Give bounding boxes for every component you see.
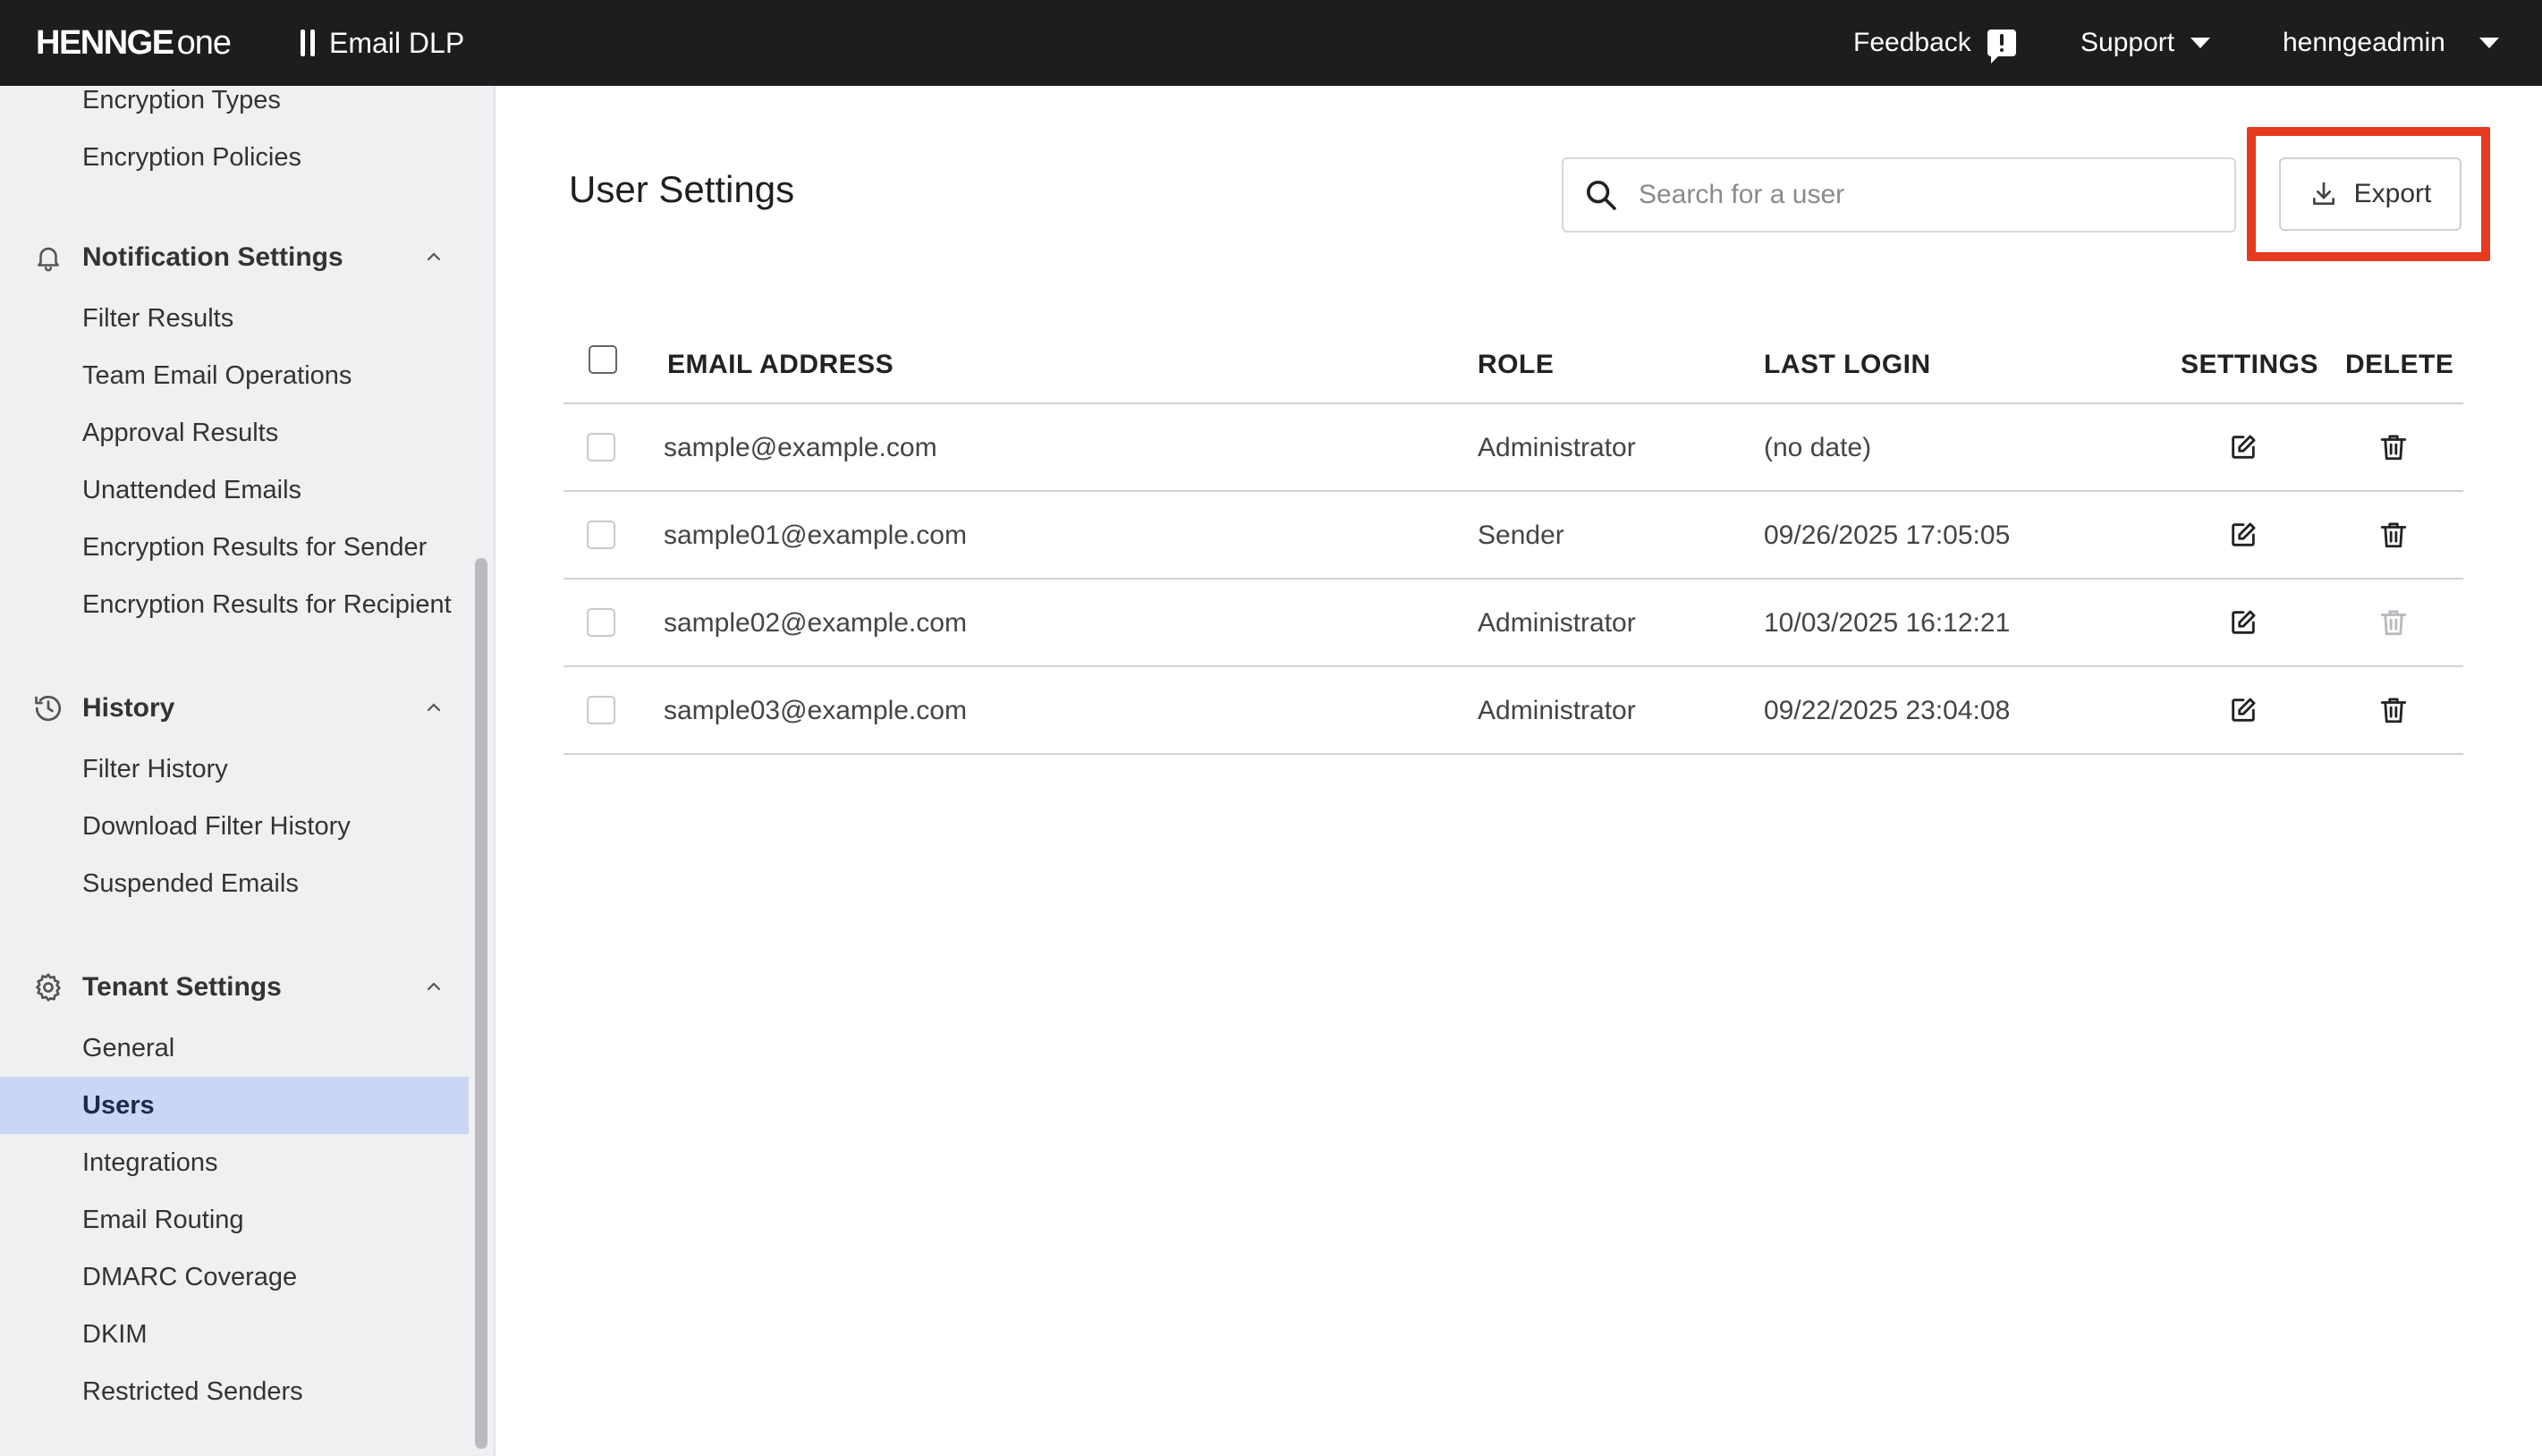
export-button[interactable]: Export (2279, 157, 2462, 231)
table-row: sample@example.com Administrator (no dat… (563, 404, 2463, 492)
top-navigation-bar: HENNGE one Email DLP Feedback Support hen… (0, 0, 2542, 86)
caret-down-icon (2478, 38, 2499, 48)
users-table: EMAIL ADDRESS ROLE LAST LOGIN SETTINGS D… (563, 326, 2463, 755)
chevron-up-icon[interactable] (426, 978, 442, 995)
role-cell: Administrator (1478, 433, 1636, 462)
sidebar-item-encryption-policies[interactable]: Encryption Policies (0, 129, 469, 186)
search-box[interactable] (1562, 157, 2236, 233)
sidebar-item-approval-results[interactable]: Approval Results (0, 404, 469, 461)
last-login-cell: (no date) (1764, 433, 1872, 462)
column-header-role[interactable]: ROLE (1478, 326, 1554, 404)
account-label: henngeadmin (2283, 28, 2445, 57)
email-cell: sample@example.com (664, 433, 937, 462)
history-icon (32, 692, 64, 724)
sidebar-item-dmarc-coverage[interactable]: DMARC Coverage (0, 1249, 469, 1306)
row-checkbox[interactable] (587, 521, 615, 549)
last-login-cell: 10/03/2025 16:12:21 (1764, 608, 2011, 638)
email-cell: sample02@example.com (664, 608, 967, 638)
sidebar-item-email-routing[interactable]: Email Routing (0, 1191, 469, 1249)
product-label: Email DLP (329, 26, 465, 59)
sidebar-item-general[interactable]: General (0, 1020, 469, 1077)
sidebar-item-team-email-operations[interactable]: Team Email Operations (0, 347, 469, 404)
feedback-icon (1987, 30, 2016, 63)
edit-icon[interactable] (2222, 689, 2265, 732)
sidebar: Encryption Types Encryption Policies Not… (0, 86, 469, 1456)
sidebar-item-filter-history[interactable]: Filter History (0, 741, 469, 798)
export-label: Export (2353, 179, 2432, 208)
last-login-cell: 09/22/2025 23:04:08 (1764, 696, 2011, 725)
edit-icon[interactable] (2222, 513, 2265, 556)
sidebar-item-encryption-types[interactable]: Encryption Types (0, 86, 469, 129)
page-title: User Settings (569, 168, 795, 210)
search-input[interactable] (1639, 180, 2211, 210)
account-menu[interactable]: henngeadmin (2283, 0, 2499, 86)
edit-icon[interactable] (2222, 426, 2265, 469)
section-label: History (82, 693, 175, 723)
product-bars-icon (301, 30, 315, 56)
support-menu[interactable]: Support (2080, 0, 2211, 86)
search-icon (1563, 159, 1639, 231)
column-header-last-login[interactable]: LAST LOGIN (1764, 326, 1931, 404)
row-checkbox[interactable] (587, 608, 615, 637)
role-cell: Sender (1478, 521, 1564, 550)
product-name: Email DLP (301, 0, 464, 86)
sidebar-item-encryption-results-sender[interactable]: Encryption Results for Sender (0, 519, 469, 576)
trash-icon-disabled (2372, 601, 2415, 644)
email-cell: sample03@example.com (664, 696, 967, 725)
sidebar-item-dkim[interactable]: DKIM (0, 1306, 469, 1363)
sidebar-section-tenant-settings[interactable]: Tenant Settings (0, 959, 469, 1016)
chevron-up-icon[interactable] (426, 249, 442, 265)
edit-icon[interactable] (2222, 601, 2265, 644)
sidebar-scrollbar-thumb[interactable] (475, 558, 487, 1449)
sidebar-item-restricted-senders[interactable]: Restricted Senders (0, 1363, 469, 1420)
sidebar-item-suspended-emails[interactable]: Suspended Emails (0, 855, 469, 912)
support-label: Support (2080, 28, 2175, 57)
sidebar-item-filter-results[interactable]: Filter Results (0, 290, 469, 347)
role-cell: Administrator (1478, 608, 1636, 638)
sidebar-section-notification-settings[interactable]: Notification Settings (0, 229, 469, 286)
trash-icon[interactable] (2372, 513, 2415, 556)
brand-sub-text: one (176, 23, 232, 62)
table-row: sample03@example.com Administrator 09/22… (563, 667, 2463, 755)
main-content (496, 86, 2542, 1456)
role-cell: Administrator (1478, 696, 1636, 725)
row-checkbox[interactable] (587, 696, 615, 724)
sidebar-item-download-filter-history[interactable]: Download Filter History (0, 798, 469, 855)
sidebar-item-users[interactable]: Users (0, 1077, 469, 1134)
chevron-up-icon[interactable] (426, 699, 442, 715)
table-row: sample02@example.com Administrator 10/03… (563, 580, 2463, 667)
column-header-email[interactable]: EMAIL ADDRESS (667, 326, 894, 404)
table-row: sample01@example.com Sender 09/26/2025 1… (563, 492, 2463, 580)
trash-icon[interactable] (2372, 689, 2415, 732)
select-all-checkbox[interactable] (589, 345, 617, 374)
feedback-label: Feedback (1853, 28, 1971, 57)
sidebar-item-encryption-results-recipient[interactable]: Encryption Results for Recipient (0, 576, 469, 633)
feedback-button[interactable]: Feedback (1853, 0, 2016, 86)
download-icon (2312, 182, 2334, 205)
gear-icon (32, 971, 64, 1003)
sidebar-section-history[interactable]: History (0, 680, 469, 737)
sidebar-item-integrations[interactable]: Integrations (0, 1134, 469, 1191)
column-header-delete: DELETE (2345, 350, 2454, 379)
sidebar-item-unattended-emails[interactable]: Unattended Emails (0, 461, 469, 519)
table-header: EMAIL ADDRESS ROLE LAST LOGIN SETTINGS D… (563, 326, 2463, 404)
henngeone-logo[interactable]: HENNGE one (36, 0, 232, 86)
section-label: Tenant Settings (82, 972, 282, 1002)
trash-icon[interactable] (2372, 426, 2415, 469)
brand-main-text: HENNGE (36, 23, 174, 62)
last-login-cell: 09/26/2025 17:05:05 (1764, 521, 2011, 550)
column-header-settings: SETTINGS (2181, 350, 2319, 379)
section-label: Notification Settings (82, 242, 343, 272)
email-cell: sample01@example.com (664, 521, 967, 550)
row-checkbox[interactable] (587, 433, 615, 461)
caret-down-icon (2190, 38, 2211, 48)
bell-icon (32, 241, 64, 274)
